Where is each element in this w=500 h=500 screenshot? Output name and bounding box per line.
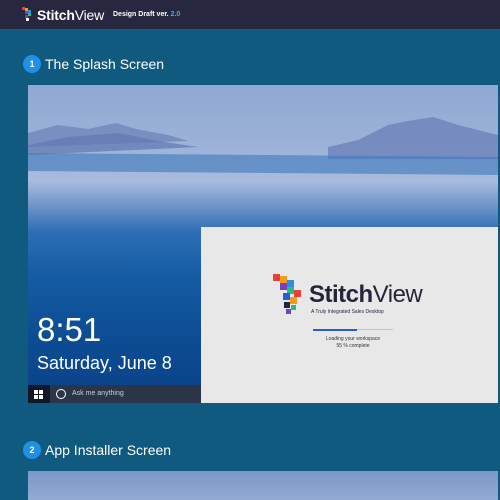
design-draft-label: Design Draft ver. 2.0 [113, 11, 181, 18]
splash-window: StitchView A Truly Integrated Sales Desk… [201, 227, 498, 403]
windows-start-icon[interactable] [34, 390, 43, 399]
header-bar: StitchView Design Draft ver. 2.0 [0, 0, 500, 29]
section-number-badge: 2 [23, 441, 41, 459]
stitchview-logo-icon [22, 7, 31, 21]
cortana-icon[interactable] [56, 389, 66, 399]
taskbar-search-box[interactable]: Ask me anything [50, 385, 218, 403]
loading-percent-text: 55 % complete [336, 343, 370, 349]
lockscreen-time: 8:51 [37, 311, 102, 348]
section-title: App Installer Screen [45, 442, 172, 458]
header-brand: StitchView [37, 7, 104, 23]
loading-progress-fill [313, 328, 357, 331]
lockscreen-date: Saturday, June 8 [37, 353, 172, 373]
loading-progress-bar [313, 328, 393, 331]
loading-status-text: Loading your workspace [325, 336, 381, 342]
desktop-lockscreen: 8:51 Saturday, June 8 Ask me anything St… [28, 85, 498, 403]
installer-screen-preview [28, 471, 498, 500]
draft-version: 2.0 [170, 11, 181, 18]
section-number-badge: 1 [23, 55, 41, 73]
splash-brand: StitchView [309, 281, 423, 308]
stitchview-logo-icon [273, 274, 301, 314]
splash-tagline: A Truly Integrated Sales Desktop [311, 309, 384, 315]
search-placeholder: Ask me anything [72, 390, 124, 397]
section-title: The Splash Screen [45, 56, 165, 72]
